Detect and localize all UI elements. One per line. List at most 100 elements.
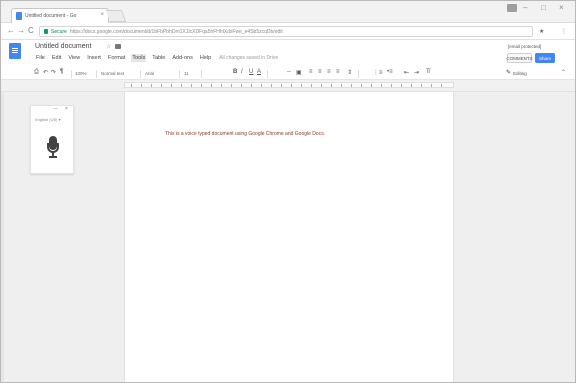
- docs-favicon-icon: [16, 12, 22, 20]
- browser-menu-icon[interactable]: ⋮: [561, 28, 567, 35]
- menu-format[interactable]: Format: [107, 54, 126, 62]
- tab-title: Untitled document - Go: [25, 13, 77, 19]
- numbered-list-icon[interactable]: ⋮≡: [373, 69, 383, 76]
- document-workspace: This is a voice typed document using Goo…: [1, 92, 575, 382]
- document-title[interactable]: Untitled document: [35, 43, 91, 50]
- menu-help[interactable]: Help: [199, 54, 212, 62]
- docs-logo-icon[interactable]: [9, 43, 21, 59]
- pencil-icon[interactable]: ✎: [506, 69, 511, 76]
- browser-window: Untitled document - Go × – □ × ← → C Sec…: [0, 0, 576, 383]
- share-button[interactable]: Share: [535, 53, 555, 63]
- menu-add-ons[interactable]: Add-ons: [171, 54, 194, 62]
- collapse-menus-icon[interactable]: ⌃: [561, 69, 566, 76]
- ruler-tick: [371, 84, 372, 87]
- voice-typing-panel: — × English (US) ▾: [30, 105, 74, 174]
- align-left-icon[interactable]: ≡: [309, 69, 313, 75]
- bookmark-star-icon[interactable]: ★: [539, 28, 544, 35]
- menu-edit[interactable]: Edit: [51, 54, 62, 62]
- save-status[interactable]: All changes saved in Drive: [219, 55, 278, 61]
- menu-bar: File Edit View Insert Format Tools Table…: [35, 54, 278, 62]
- align-right-icon[interactable]: ≡: [327, 69, 331, 75]
- ruler-tick: [281, 84, 282, 87]
- toolbar-divider: [140, 70, 141, 78]
- document-page[interactable]: This is a voice typed document using Goo…: [124, 92, 454, 382]
- ruler-tick: [431, 84, 432, 87]
- docs-header: Untitled document ☆ File Edit View Inser…: [1, 40, 575, 68]
- ruler-tick: [271, 84, 272, 87]
- ruler-tick: [141, 84, 142, 87]
- browser-titlebar: Untitled document - Go × – □ ×: [1, 1, 575, 23]
- ruler-tick: [181, 84, 182, 87]
- toolbar-divider: [201, 70, 202, 78]
- editing-mode-select[interactable]: Editing: [513, 71, 527, 76]
- document-body-text[interactable]: This is a voice typed document using Goo…: [165, 131, 325, 137]
- ruler-tick: [171, 84, 172, 87]
- microphone-icon[interactable]: [47, 136, 59, 162]
- ruler-tick: [381, 84, 382, 87]
- secure-label: Secure: [51, 28, 67, 35]
- browser-tab[interactable]: Untitled document - Go ×: [11, 8, 109, 23]
- ruler[interactable]: [124, 82, 454, 88]
- ruler-tick: [211, 84, 212, 87]
- address-bar: ← → C Secure https://docs.google.com/doc…: [1, 23, 575, 40]
- ruler-tick: [351, 84, 352, 87]
- maximize-icon[interactable]: □: [541, 3, 546, 12]
- comments-button[interactable]: COMMENTS: [506, 53, 533, 63]
- paint-format-icon[interactable]: ¶: [60, 69, 63, 75]
- menu-tools[interactable]: Tools: [131, 54, 147, 62]
- bold-button[interactable]: B: [233, 69, 237, 75]
- text-color-button[interactable]: A: [257, 69, 261, 75]
- menu-view[interactable]: View: [67, 54, 81, 62]
- menu-file[interactable]: File: [35, 54, 46, 62]
- user-email[interactable]: [email protected]: [508, 44, 541, 49]
- print-icon[interactable]: ⎙: [34, 69, 39, 76]
- ruler-tick: [251, 84, 252, 87]
- italic-button[interactable]: I: [241, 69, 243, 75]
- back-icon[interactable]: ←: [7, 26, 15, 35]
- close-panel-icon[interactable]: ×: [65, 106, 68, 112]
- minimize-panel-icon[interactable]: —: [53, 106, 58, 112]
- line-spacing-icon[interactable]: ⇕: [347, 69, 352, 76]
- minimize-icon[interactable]: –: [523, 3, 527, 12]
- left-edge: [1, 92, 4, 382]
- close-window-icon[interactable]: ×: [559, 3, 564, 12]
- reload-icon[interactable]: C: [28, 26, 34, 35]
- toolbar-divider: [267, 70, 268, 78]
- underline-button[interactable]: U: [249, 69, 253, 75]
- clear-formatting-icon[interactable]: T̸: [426, 69, 430, 75]
- zoom-select[interactable]: 100%: [75, 71, 87, 76]
- folder-icon[interactable]: [115, 44, 121, 49]
- ruler-tick: [301, 84, 302, 87]
- ruler-tick: [441, 84, 442, 87]
- align-center-icon[interactable]: ≡: [318, 69, 322, 75]
- font-select[interactable]: Arial: [145, 71, 154, 76]
- ruler-tick: [311, 84, 312, 87]
- increase-indent-icon[interactable]: ⇥: [414, 69, 419, 76]
- toolbar-divider: [71, 70, 72, 78]
- forward-icon[interactable]: →: [17, 26, 25, 35]
- ruler-tick: [151, 84, 152, 87]
- font-size-select[interactable]: 11: [184, 71, 189, 76]
- redo-icon[interactable]: ↷: [51, 69, 56, 76]
- ruler-tick: [391, 84, 392, 87]
- tab-close-icon[interactable]: ×: [100, 12, 104, 18]
- voice-language-select[interactable]: English (US) ▾: [35, 117, 61, 122]
- bulleted-list-icon[interactable]: •≡: [387, 69, 393, 75]
- link-icon[interactable]: ⇔: [286, 69, 292, 75]
- decrease-indent-icon[interactable]: ⇤: [404, 69, 409, 76]
- style-select[interactable]: Normal text: [101, 71, 124, 76]
- ruler-tick: [221, 84, 222, 87]
- star-icon[interactable]: ☆: [106, 43, 111, 50]
- ruler-tick: [231, 84, 232, 87]
- comment-icon[interactable]: ▣: [296, 69, 302, 76]
- profile-icon[interactable]: [507, 4, 517, 12]
- undo-icon[interactable]: ↶: [43, 69, 48, 76]
- new-tab-button[interactable]: [105, 10, 127, 22]
- menu-insert[interactable]: Insert: [86, 54, 102, 62]
- ruler-tick: [241, 84, 242, 87]
- url-input[interactable]: Secure https://docs.google.com/document/…: [39, 26, 533, 37]
- toolbar-divider: [179, 70, 180, 78]
- toolbar-divider: [96, 70, 97, 78]
- menu-table[interactable]: Table: [151, 54, 166, 62]
- align-justify-icon[interactable]: ≡: [336, 69, 340, 75]
